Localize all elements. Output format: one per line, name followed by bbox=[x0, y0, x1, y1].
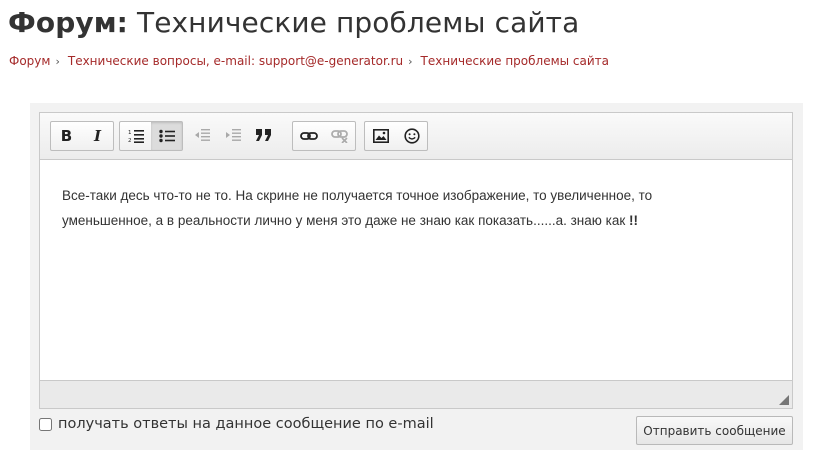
editor-content[interactable]: Все-таки десь что-то не то. На скрине не… bbox=[62, 183, 762, 233]
breadcrumb-tech-problems-link[interactable]: Технические проблемы сайта bbox=[421, 54, 609, 68]
rich-text-editor: B I 1 2 Все-таки десь что-то не то. На с… bbox=[39, 112, 793, 409]
indent-icon bbox=[225, 129, 241, 141]
outdent-button[interactable] bbox=[186, 121, 217, 149]
format-group: B I bbox=[50, 121, 114, 151]
outdent-icon bbox=[194, 129, 210, 141]
message-text: уменьшенное, а в реальности лично у меня… bbox=[62, 213, 629, 228]
bulleted-list-icon bbox=[158, 129, 175, 143]
breadcrumb-separator: › bbox=[408, 55, 413, 68]
insert-emoji-button[interactable] bbox=[396, 122, 427, 150]
indent-button[interactable] bbox=[217, 121, 248, 149]
email-notify-checkbox[interactable] bbox=[39, 417, 52, 431]
list-group: 1 2 bbox=[119, 121, 183, 151]
smiley-icon bbox=[403, 128, 420, 144]
page-title: Форум: Технические проблемы сайта bbox=[8, 6, 579, 39]
unlink-icon bbox=[330, 130, 348, 143]
svg-text:1: 1 bbox=[128, 130, 132, 136]
numbered-list-icon: 1 2 bbox=[128, 130, 144, 143]
page-title-prefix: Форум: bbox=[8, 6, 128, 39]
page-title-text: Технические проблемы сайта bbox=[127, 6, 580, 39]
insert-link-button[interactable] bbox=[293, 122, 324, 150]
email-notify-label: получать ответы на данное сообщение по e… bbox=[58, 416, 434, 432]
message-text-line: Все-таки десь что-то не то. На скрине не… bbox=[62, 188, 653, 203]
send-message-button[interactable]: Отправить сообщение bbox=[636, 416, 793, 445]
breadcrumb-tech-questions-link[interactable]: Технические вопросы, e-mail: support@e-g… bbox=[68, 54, 403, 68]
indent-group bbox=[186, 121, 279, 151]
resize-handle[interactable] bbox=[779, 395, 789, 405]
image-icon bbox=[372, 129, 389, 143]
unlink-button[interactable] bbox=[324, 122, 355, 150]
editor-toolbar: B I 1 2 bbox=[40, 113, 792, 160]
message-emphasis: !! bbox=[629, 213, 638, 228]
insert-image-button[interactable] bbox=[365, 122, 396, 150]
link-group bbox=[292, 121, 356, 151]
link-icon bbox=[299, 132, 318, 140]
quote-icon bbox=[255, 129, 271, 141]
numbered-list-button[interactable]: 1 2 bbox=[120, 122, 151, 150]
insert-group bbox=[364, 121, 428, 151]
bold-button[interactable]: B bbox=[51, 122, 82, 150]
message-text-line: уменьшенное, а в реальности лично у меня… bbox=[62, 208, 762, 233]
editor-statusbar bbox=[40, 380, 792, 408]
italic-button[interactable]: I bbox=[82, 122, 113, 150]
breadcrumb: Форум › Технические вопросы, e-mail: suppo… bbox=[9, 54, 609, 68]
breadcrumb-separator: › bbox=[55, 55, 60, 68]
svg-text:2: 2 bbox=[128, 138, 132, 143]
breadcrumb-forum-link[interactable]: Форум bbox=[9, 54, 50, 68]
reply-panel: B I 1 2 Все-таки десь что-то не то. На с… bbox=[30, 103, 803, 450]
email-notify-option[interactable]: получать ответы на данное сообщение по e… bbox=[39, 416, 434, 432]
blockquote-button[interactable] bbox=[248, 121, 279, 149]
bulleted-list-button[interactable] bbox=[151, 122, 182, 150]
